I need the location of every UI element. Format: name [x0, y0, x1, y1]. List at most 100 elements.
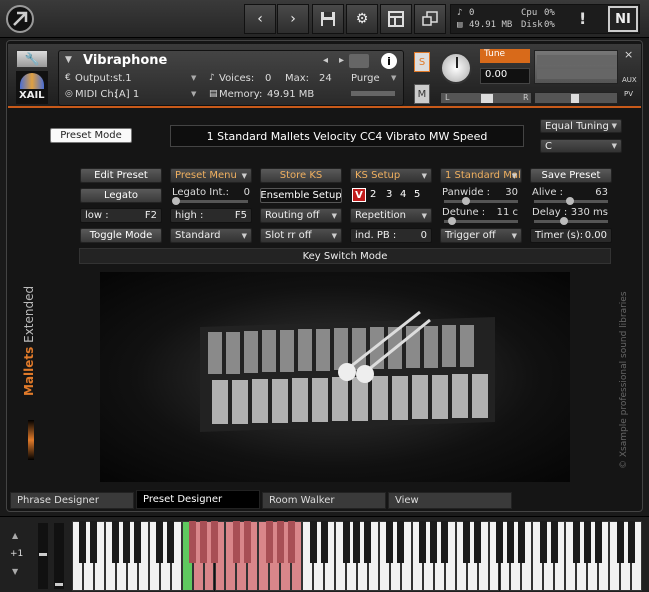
black-key[interactable]: [495, 521, 503, 563]
legato-int-track[interactable]: [174, 200, 248, 203]
warning-icon[interactable]: !: [579, 9, 586, 28]
pitch-wheel[interactable]: [38, 523, 48, 589]
black-key[interactable]: [572, 521, 580, 563]
ks-slot-2-button[interactable]: 2: [370, 189, 376, 200]
edit-preset-button[interactable]: Edit Preset: [80, 168, 162, 183]
black-key[interactable]: [309, 521, 317, 563]
pan-slider[interactable]: L R: [440, 92, 532, 104]
preset-mode-button[interactable]: Preset Mode: [50, 128, 132, 143]
panwide-slider[interactable]: Panwide : 30: [442, 187, 518, 198]
black-key[interactable]: [90, 521, 98, 563]
aux-button[interactable]: AUX: [622, 76, 637, 84]
tab-phrase-designer[interactable]: Phrase Designer: [10, 492, 134, 509]
instrument-prev-icon[interactable]: ◂: [323, 55, 328, 66]
black-key[interactable]: [276, 521, 284, 563]
black-key[interactable]: [594, 521, 602, 563]
black-key[interactable]: [243, 521, 251, 563]
save-icon[interactable]: [312, 4, 344, 34]
key-dropdown[interactable]: C: [540, 139, 622, 153]
ks-setup-dropdown[interactable]: KS Setup: [350, 168, 432, 183]
black-key[interactable]: [397, 521, 405, 563]
black-key[interactable]: [342, 521, 350, 563]
low-range-field[interactable]: low : F2: [80, 208, 162, 223]
repetition-dropdown[interactable]: Repetition: [350, 208, 432, 223]
panwide-handle[interactable]: [462, 197, 470, 205]
midi-dropdown-icon[interactable]: ▼: [191, 90, 196, 98]
black-key[interactable]: [112, 521, 120, 563]
black-key[interactable]: [123, 521, 131, 563]
low-value[interactable]: F2: [145, 210, 157, 221]
standard-dropdown[interactable]: Standard: [170, 228, 252, 243]
ind-pb-field[interactable]: ind. PB : 0: [350, 228, 432, 243]
legato-int-handle[interactable]: [172, 197, 180, 205]
black-key[interactable]: [627, 521, 635, 563]
high-value[interactable]: F5: [235, 210, 247, 221]
ni-logo[interactable]: NI: [608, 6, 638, 32]
delay-handle[interactable]: [560, 217, 568, 225]
black-key[interactable]: [616, 521, 624, 563]
panwide-track[interactable]: [444, 200, 518, 203]
delay-track[interactable]: [534, 220, 608, 223]
volume-handle-icon[interactable]: [571, 94, 579, 103]
routing-dropdown[interactable]: Routing off: [260, 208, 342, 223]
black-key[interactable]: [320, 521, 328, 563]
midi-value[interactable]: [A] 1: [115, 89, 139, 100]
ks-slot-3-button[interactable]: 3: [386, 189, 392, 200]
black-key[interactable]: [79, 521, 87, 563]
purge-button[interactable]: Purge: [351, 73, 380, 84]
black-key[interactable]: [265, 521, 273, 563]
collapse-arrow-icon[interactable]: ▼: [65, 55, 72, 65]
black-key[interactable]: [156, 521, 164, 563]
black-key[interactable]: [506, 521, 514, 563]
ks-slot-5-button[interactable]: 5: [414, 189, 420, 200]
output-dropdown-icon[interactable]: ▼: [191, 74, 196, 82]
toggle-mode-button[interactable]: Toggle Mode: [80, 228, 162, 243]
tune-knob[interactable]: [440, 52, 472, 84]
piano-keys[interactable]: [72, 521, 642, 591]
octave-down-icon[interactable]: ▼: [12, 567, 18, 576]
black-key[interactable]: [189, 521, 197, 563]
rack-view-icon[interactable]: [380, 4, 412, 34]
trigger-dropdown[interactable]: Trigger off: [440, 228, 522, 243]
mod-wheel[interactable]: [54, 523, 64, 589]
wrench-icon[interactable]: 🔧: [16, 50, 48, 68]
delay-slider[interactable]: Delay : 330 ms: [532, 207, 608, 218]
max-value[interactable]: 24: [319, 73, 332, 84]
black-key[interactable]: [210, 521, 218, 563]
kontakt-logo-icon[interactable]: [6, 5, 34, 33]
store-ks-button[interactable]: Store KS: [260, 168, 342, 183]
alive-handle[interactable]: [566, 197, 574, 205]
previous-instrument-button[interactable]: ‹: [244, 4, 276, 34]
high-range-field[interactable]: high : F5: [170, 208, 252, 223]
instrument-name[interactable]: Vibraphone: [83, 53, 167, 68]
black-key[interactable]: [463, 521, 471, 563]
close-icon[interactable]: ×: [624, 48, 633, 61]
minimize-view-icon[interactable]: [414, 4, 446, 34]
output-value[interactable]: st.1: [113, 73, 132, 84]
black-key[interactable]: [517, 521, 525, 563]
octave-up-icon[interactable]: ▲: [12, 531, 18, 540]
ks-slot-v-button[interactable]: V: [352, 188, 366, 202]
timer-field[interactable]: Timer (s): 0.00: [530, 228, 612, 243]
black-key[interactable]: [167, 521, 175, 563]
pv-button[interactable]: PV: [624, 90, 633, 98]
ensemble-setup-button[interactable]: Ensemble Setup: [260, 188, 342, 203]
ks-slot-4-button[interactable]: 4: [400, 189, 406, 200]
black-key[interactable]: [386, 521, 394, 563]
save-preset-button[interactable]: Save Preset: [530, 168, 612, 183]
black-key[interactable]: [419, 521, 427, 563]
mute-button[interactable]: M: [414, 84, 430, 104]
black-key[interactable]: [430, 521, 438, 563]
black-key[interactable]: [583, 521, 591, 563]
black-key[interactable]: [353, 521, 361, 563]
next-instrument-button[interactable]: ›: [277, 4, 309, 34]
black-key[interactable]: [474, 521, 482, 563]
tab-view[interactable]: View: [388, 492, 512, 509]
black-key[interactable]: [287, 521, 295, 563]
preset-select-dropdown[interactable]: 1 Standard Mallets: [440, 168, 522, 183]
camera-icon[interactable]: [349, 54, 369, 68]
slot-rr-dropdown[interactable]: Slot rr off: [260, 228, 342, 243]
info-icon[interactable]: i: [381, 53, 397, 69]
black-key[interactable]: [134, 521, 142, 563]
tuning-dropdown[interactable]: Equal Tuning: [540, 119, 622, 133]
